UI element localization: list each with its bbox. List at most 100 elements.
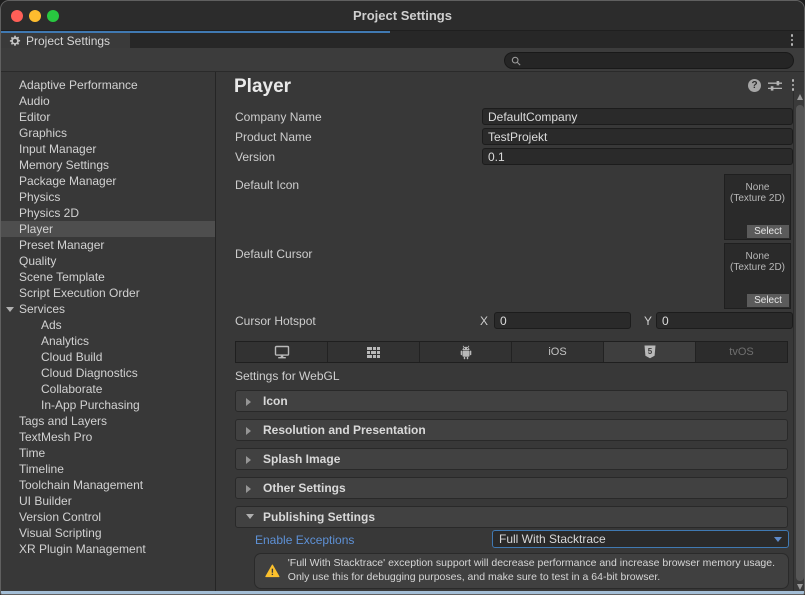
tab-dedicated-server[interactable] — [328, 342, 420, 362]
platform-tab-strip: iOS 5 tvOS — [235, 341, 788, 363]
sidebar-item-label: TextMesh Pro — [19, 430, 92, 444]
sidebar-item-ads[interactable]: Ads — [1, 317, 215, 333]
sidebar-item-label: Memory Settings — [19, 158, 109, 172]
texture-type-text: (Texture 2D) — [725, 262, 790, 273]
presets-icon[interactable] — [768, 80, 782, 92]
sidebar-item-cloud-diagnostics[interactable]: Cloud Diagnostics — [1, 365, 215, 381]
sidebar-item-quality[interactable]: Quality — [1, 253, 215, 269]
version-field[interactable] — [482, 148, 793, 165]
sidebar-item-cloud-build[interactable]: Cloud Build — [1, 349, 215, 365]
page-title: Player — [234, 76, 291, 98]
scroll-down-icon[interactable] — [797, 584, 803, 590]
foldout-sections: Icon Resolution and Presentation Splash Im… — [235, 390, 788, 535]
sidebar-item-label: Script Execution Order — [19, 286, 140, 300]
android-icon — [459, 345, 473, 360]
sidebar-item-editor[interactable]: Editor — [1, 109, 215, 125]
enable-exceptions-label: Enable Exceptions — [255, 532, 354, 548]
help-icon[interactable] — [748, 79, 761, 92]
default-icon-label: Default Icon — [235, 177, 299, 193]
settings-for-text: Settings for WebGL — [235, 369, 340, 383]
tab-more-icon[interactable] — [789, 34, 795, 46]
hotspot-x-field[interactable] — [494, 312, 631, 329]
sidebar-item-toolchain-management[interactable]: Toolchain Management — [1, 477, 215, 493]
section-label: Other Settings — [263, 481, 346, 495]
gear-icon — [9, 35, 21, 47]
section-label: Splash Image — [263, 452, 340, 466]
sidebar-item-memory-settings[interactable]: Memory Settings — [1, 157, 215, 173]
company-name-field[interactable] — [482, 108, 793, 125]
scroll-up-icon[interactable] — [797, 94, 803, 100]
sidebar-item-collaborate[interactable]: Collaborate — [1, 381, 215, 397]
sidebar-item-input-manager[interactable]: Input Manager — [1, 141, 215, 157]
default-cursor-object-field[interactable]: None (Texture 2D) Select — [724, 243, 791, 309]
sidebar-item-time[interactable]: Time — [1, 445, 215, 461]
sidebar-item-label: Quality — [19, 254, 56, 268]
sidebar-item-label: Preset Manager — [19, 238, 104, 252]
foldout-closed-icon[interactable] — [246, 456, 251, 464]
sidebar-item-script-execution-order[interactable]: Script Execution Order — [1, 285, 215, 301]
sidebar-item-textmesh-pro[interactable]: TextMesh Pro — [1, 429, 215, 445]
sidebar-item-visual-scripting[interactable]: Visual Scripting — [1, 525, 215, 541]
sidebar-item-adaptive-performance[interactable]: Adaptive Performance — [1, 77, 215, 93]
sidebar-item-scene-template[interactable]: Scene Template — [1, 269, 215, 285]
texture-type-text: (Texture 2D) — [725, 193, 790, 204]
sidebar-item-label: Analytics — [41, 334, 89, 348]
search-input[interactable] — [525, 55, 787, 67]
foldout-open-icon[interactable] — [6, 307, 14, 312]
cursor-hotspot-label: Cursor Hotspot — [235, 313, 316, 329]
sidebar-item-label: XR Plugin Management — [19, 542, 146, 556]
section-splash-image[interactable]: Splash Image — [235, 448, 788, 470]
tab-tvos: tvOS — [696, 342, 787, 362]
dropdown-value: Full With Stacktrace — [499, 532, 774, 546]
sidebar-item-in-app-purchasing[interactable]: In-App Purchasing — [1, 397, 215, 413]
foldout-closed-icon[interactable] — [246, 427, 251, 435]
foldout-open-icon[interactable] — [246, 514, 254, 519]
sidebar-item-ui-builder[interactable]: UI Builder — [1, 493, 215, 509]
sidebar-item-label: Visual Scripting — [19, 526, 102, 540]
section-icon[interactable]: Icon — [235, 390, 788, 412]
sidebar-item-label: Scene Template — [19, 270, 105, 284]
panel-more-icon[interactable] — [790, 79, 796, 91]
enable-exceptions-dropdown[interactable]: Full With Stacktrace — [492, 530, 789, 548]
sidebar-item-player[interactable]: Player — [1, 221, 215, 237]
section-other-settings[interactable]: Other Settings — [235, 477, 788, 499]
default-icon-object-field[interactable]: None (Texture 2D) Select — [724, 174, 791, 240]
scrollbar-thumb[interactable] — [796, 105, 804, 581]
tab-project-settings[interactable]: Project Settings — [1, 33, 130, 48]
sidebar-item-audio[interactable]: Audio — [1, 93, 215, 109]
standalone-icon — [274, 345, 290, 359]
search-box[interactable] — [504, 52, 794, 69]
default-icon-select-button[interactable]: Select — [747, 225, 789, 238]
hotspot-y-field[interactable] — [656, 312, 793, 329]
sidebar-item-label: Physics — [19, 190, 60, 204]
product-name-field[interactable] — [482, 128, 793, 145]
sidebar-item-package-manager[interactable]: Package Manager — [1, 173, 215, 189]
tab-standalone[interactable] — [236, 342, 328, 362]
foldout-closed-icon[interactable] — [246, 398, 251, 406]
sidebar-item-label: Input Manager — [19, 142, 96, 156]
webgl-icon: 5 — [644, 345, 656, 359]
tab-android[interactable] — [420, 342, 512, 362]
tab-webgl[interactable]: 5 — [604, 342, 696, 362]
project-settings-window: Project Settings Project Settings Adapti… — [0, 0, 805, 595]
section-publishing-settings[interactable]: Publishing Settings — [235, 506, 788, 528]
vertical-scrollbar[interactable] — [793, 91, 805, 593]
section-resolution-and-presentation[interactable]: Resolution and Presentation — [235, 419, 788, 441]
sidebar-item-xr-plugin-management[interactable]: XR Plugin Management — [1, 541, 215, 557]
sidebar-item-label: Cloud Diagnostics — [41, 366, 138, 380]
default-cursor-select-button[interactable]: Select — [747, 294, 789, 307]
section-label: Resolution and Presentation — [263, 423, 426, 437]
sidebar-item-preset-manager[interactable]: Preset Manager — [1, 237, 215, 253]
tab-ios[interactable]: iOS — [512, 342, 604, 362]
sidebar-item-physics-2d[interactable]: Physics 2D — [1, 205, 215, 221]
sidebar-item-version-control[interactable]: Version Control — [1, 509, 215, 525]
foldout-closed-icon[interactable] — [246, 485, 251, 493]
sidebar-item-graphics[interactable]: Graphics — [1, 125, 215, 141]
sidebar-item-timeline[interactable]: Timeline — [1, 461, 215, 477]
sidebar-item-tags-and-layers[interactable]: Tags and Layers — [1, 413, 215, 429]
sidebar-item-label: Graphics — [19, 126, 67, 140]
settings-sidebar: Adaptive PerformanceAudioEditorGraphics I… — [1, 72, 216, 593]
sidebar-item-services[interactable]: Services — [1, 301, 215, 317]
sidebar-item-physics[interactable]: Physics — [1, 189, 215, 205]
sidebar-item-analytics[interactable]: Analytics — [1, 333, 215, 349]
